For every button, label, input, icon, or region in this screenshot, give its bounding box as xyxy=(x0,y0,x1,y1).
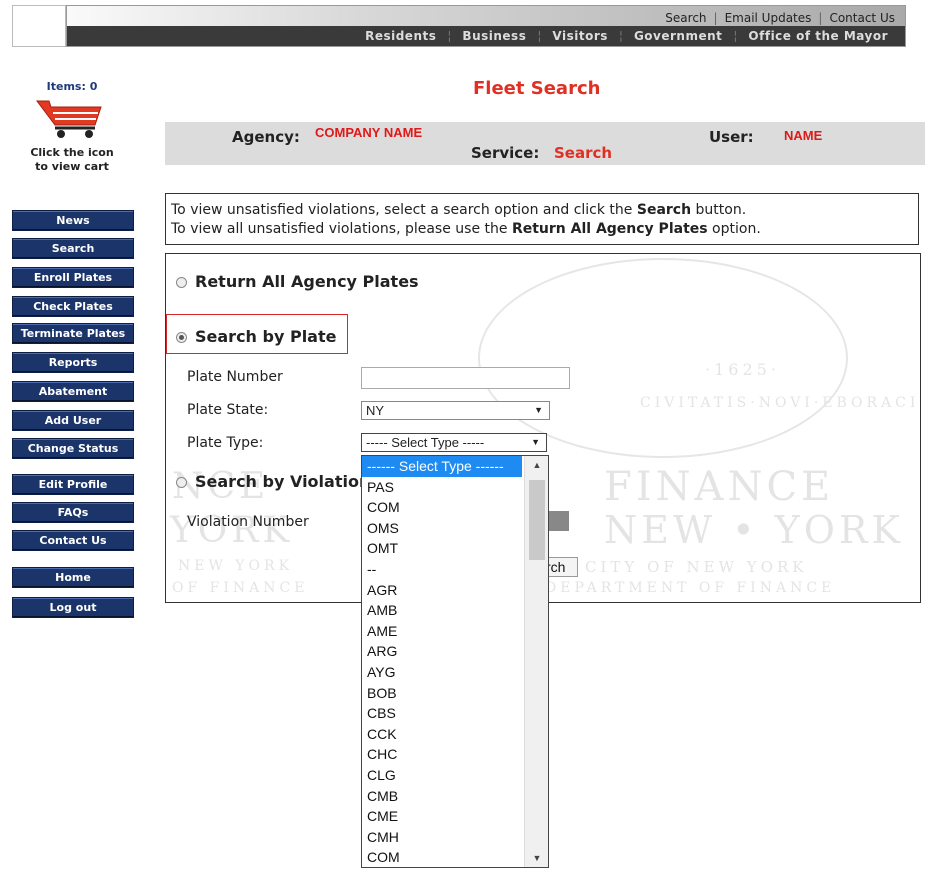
dropdown-option[interactable]: AYG xyxy=(362,662,522,683)
dropdown-option[interactable]: CLG xyxy=(362,765,522,786)
agency-value: COMPANY NAME xyxy=(315,125,423,140)
dropdown-option[interactable]: CBS xyxy=(362,703,522,724)
shopping-cart-icon[interactable] xyxy=(35,95,109,139)
sidebar-item-home[interactable]: Home xyxy=(12,567,134,588)
option-search-by-violation-label[interactable]: Search by Violation xyxy=(195,472,361,491)
sidebar-item-terminate-plates[interactable]: Terminate Plates xyxy=(12,323,134,344)
plate-type-dropdown-list[interactable]: ------ Select Type ------ PAS COM OMS OMT -- A… xyxy=(361,455,549,868)
plate-state-value: NY xyxy=(366,403,385,418)
plate-number-label: Plate Number xyxy=(187,369,283,385)
instructions-line-2: To view all unsatisfied violations, plea… xyxy=(171,220,913,239)
cart-hint-line-1: Click the icon xyxy=(30,146,114,159)
sidebar-item-change-status[interactable]: Change Status xyxy=(12,438,134,459)
dropdown-scrollbar[interactable]: ▲ ▼ xyxy=(524,456,548,867)
sidebar-item-faqs[interactable]: FAQs xyxy=(12,502,134,523)
utility-link-search[interactable]: Search xyxy=(665,11,706,25)
nav-residents[interactable]: Residents xyxy=(354,29,447,43)
plate-type-select[interactable]: ----- Select Type ----- ▼ xyxy=(361,433,547,452)
dropdown-option[interactable]: AGR xyxy=(362,580,522,601)
cart-items-count: Items: 0 xyxy=(46,80,98,93)
dropdown-option[interactable]: ------ Select Type ------ xyxy=(362,456,522,477)
dropdown-option[interactable]: PAS xyxy=(362,477,522,498)
scroll-up-arrow-icon[interactable]: ▲ xyxy=(525,460,548,470)
instructions-emphasis: Search xyxy=(636,202,692,218)
radio-search-by-violation[interactable] xyxy=(176,477,187,488)
dropdown-option[interactable]: -- xyxy=(362,559,522,580)
dropdown-options: ------ Select Type ------ PAS COM OMS OMT -- A… xyxy=(362,456,548,867)
scroll-down-arrow-icon[interactable]: ▼ xyxy=(525,853,548,863)
radio-search-by-plate[interactable] xyxy=(176,332,187,343)
user-value: NAME xyxy=(784,128,823,143)
sidebar-item-abatement[interactable]: Abatement xyxy=(12,381,134,402)
session-info-bar: Agency: COMPANY NAME User: NAME Service:… xyxy=(165,122,925,165)
dropdown-option[interactable]: CHC xyxy=(362,744,522,765)
dropdown-option[interactable]: CCK xyxy=(362,724,522,745)
dropdown-option[interactable]: CMH xyxy=(362,827,522,848)
instructions-text: button. xyxy=(691,202,747,218)
instructions-line-1: To view unsatisfied violations, select a… xyxy=(171,201,913,220)
utility-link-email-updates[interactable]: Email Updates xyxy=(725,11,812,25)
plate-type-value: ----- Select Type ----- xyxy=(366,435,485,450)
dropdown-option[interactable]: CMB xyxy=(362,786,522,807)
nav-government[interactable]: Government xyxy=(623,29,733,43)
page-title: Fleet Search xyxy=(473,78,601,99)
instructions-text: option. xyxy=(707,221,761,237)
nav-office-of-the-mayor[interactable]: Office of the Mayor xyxy=(737,29,899,43)
instructions-box: To view unsatisfied violations, select a… xyxy=(165,193,919,245)
dropdown-option[interactable]: AME xyxy=(362,621,522,642)
dropdown-option[interactable]: BOB xyxy=(362,683,522,704)
agency-label: Agency: xyxy=(232,128,300,146)
sidebar-item-check-plates[interactable]: Check Plates xyxy=(12,296,134,317)
instructions-text: To view all unsatisfied violations, plea… xyxy=(171,221,512,237)
radio-return-all[interactable] xyxy=(176,277,187,288)
plate-number-input[interactable] xyxy=(361,367,570,389)
top-navigation-bar: Search | Email Updates | Contact Us Resident… xyxy=(66,5,906,47)
sidebar-item-reports[interactable]: Reports xyxy=(12,352,134,373)
dropdown-option[interactable]: OMS xyxy=(362,518,522,539)
service-value: Search xyxy=(554,144,613,162)
dropdown-option[interactable]: OMT xyxy=(362,538,522,559)
utility-separator: | xyxy=(713,11,718,25)
cart-hint: Click the icon to view cart xyxy=(8,146,136,174)
user-label: User: xyxy=(709,128,754,146)
sidebar-item-search[interactable]: Search xyxy=(12,238,134,259)
cart-hint-line-2: to view cart xyxy=(35,160,109,173)
dropdown-option[interactable]: COM xyxy=(362,497,522,518)
instructions-emphasis: Return All Agency Plates xyxy=(511,221,708,237)
nav-visitors[interactable]: Visitors xyxy=(541,29,619,43)
sidebar-item-add-user[interactable]: Add User xyxy=(12,410,134,431)
site-logo[interactable] xyxy=(12,5,66,47)
dropdown-option[interactable]: CME xyxy=(362,806,522,827)
sidebar-item-enroll-plates[interactable]: Enroll Plates xyxy=(12,267,134,288)
chevron-down-icon: ▼ xyxy=(534,405,543,415)
violation-number-label: Violation Number xyxy=(187,514,309,530)
plate-state-label: Plate State: xyxy=(187,402,269,418)
plate-type-label: Plate Type: xyxy=(187,435,264,451)
chevron-down-icon: ▼ xyxy=(531,437,540,447)
scrollbar-thumb[interactable] xyxy=(529,480,545,560)
instructions-text: To view unsatisfied violations, select a… xyxy=(171,202,637,218)
nav-business[interactable]: Business xyxy=(451,29,537,43)
sidebar-item-log-out[interactable]: Log out xyxy=(12,597,134,618)
utility-separator: | xyxy=(818,11,823,25)
search-button[interactable]: rch xyxy=(545,557,578,577)
option-return-all-label[interactable]: Return All Agency Plates xyxy=(195,272,419,291)
utility-links: Search | Email Updates | Contact Us xyxy=(665,11,895,25)
sidebar-item-edit-profile[interactable]: Edit Profile xyxy=(12,474,134,495)
dropdown-option[interactable]: AMB xyxy=(362,600,522,621)
sidebar-item-contact-us[interactable]: Contact Us xyxy=(12,530,134,551)
sidebar-item-news[interactable]: News xyxy=(12,210,134,231)
plate-state-select[interactable]: NY ▼ xyxy=(361,401,550,420)
dropdown-option[interactable]: ARG xyxy=(362,641,522,662)
utility-link-contact-us[interactable]: Contact Us xyxy=(829,11,895,25)
dropdown-option[interactable]: COM xyxy=(362,847,522,867)
option-search-by-plate-label[interactable]: Search by Plate xyxy=(195,327,336,346)
violation-number-input[interactable] xyxy=(549,511,569,531)
service-label: Service: xyxy=(471,144,540,162)
main-nav: Residents ¦ Business ¦ Visitors ¦ Governmen… xyxy=(67,26,905,46)
